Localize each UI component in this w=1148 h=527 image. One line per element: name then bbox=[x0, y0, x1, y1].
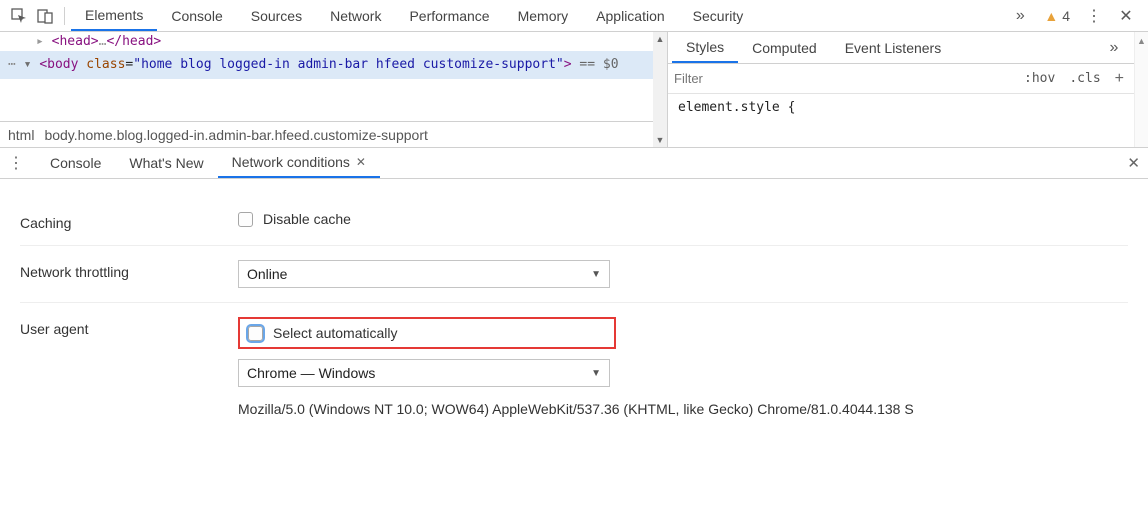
scroll-up-icon[interactable]: ▲ bbox=[656, 34, 665, 44]
tab-elements[interactable]: Elements bbox=[71, 0, 157, 31]
tab-performance[interactable]: Performance bbox=[395, 0, 503, 31]
tab-security[interactable]: Security bbox=[679, 0, 758, 31]
disable-cache-checkbox[interactable] bbox=[238, 212, 253, 227]
kebab-menu-icon[interactable]: ⋮ bbox=[1082, 6, 1106, 26]
tab-memory[interactable]: Memory bbox=[504, 0, 583, 31]
panel-tabs: Elements Console Sources Network Perform… bbox=[71, 0, 757, 31]
disable-cache-option[interactable]: Disable cache bbox=[238, 211, 1128, 227]
styles-more-icon[interactable]: » bbox=[1102, 39, 1126, 57]
inspect-icon[interactable] bbox=[9, 6, 29, 26]
user-agent-label: User agent bbox=[20, 317, 238, 337]
disable-cache-label: Disable cache bbox=[263, 211, 351, 227]
ua-auto-highlight: Select automatically bbox=[238, 317, 616, 349]
drawer-tab-console[interactable]: Console bbox=[36, 148, 115, 178]
main-split: ▸ <head>…</head> ⋯ ▾ <body class="home b… bbox=[0, 32, 1148, 147]
chevron-down-icon: ▼ bbox=[591, 368, 601, 379]
close-drawer-icon[interactable]: ✕ bbox=[1127, 154, 1140, 172]
tab-application[interactable]: Application bbox=[582, 0, 679, 31]
more-tabs-icon[interactable]: » bbox=[1008, 7, 1032, 25]
caching-label: Caching bbox=[20, 211, 238, 231]
close-tab-icon[interactable]: ✕ bbox=[356, 155, 366, 169]
tab-network[interactable]: Network bbox=[316, 0, 395, 31]
drawer-kebab-icon[interactable]: ⋮ bbox=[8, 153, 24, 173]
cls-toggle[interactable]: .cls bbox=[1065, 71, 1104, 86]
user-agent-row: User agent Select automatically Chrome —… bbox=[20, 303, 1128, 431]
throttling-row: Network throttling Online ▼ bbox=[20, 246, 1128, 303]
styles-tab-computed[interactable]: Computed bbox=[738, 32, 831, 63]
source-line-body-selected[interactable]: ⋯ ▾ <body class="home blog logged-in adm… bbox=[0, 51, 667, 79]
ua-auto-checkbox[interactable] bbox=[248, 326, 263, 341]
close-devtools-icon[interactable]: ✕ bbox=[1114, 6, 1138, 26]
elements-scrollbar[interactable]: ▲ ▼ bbox=[653, 32, 667, 147]
caching-row: Caching Disable cache bbox=[20, 197, 1128, 246]
warning-count: 4 bbox=[1062, 8, 1070, 24]
styles-tabs: Styles Computed Event Listeners » bbox=[668, 32, 1134, 64]
breadcrumb: html body.home.blog.logged-in.admin-bar.… bbox=[0, 121, 653, 147]
crumb-body[interactable]: body.home.blog.logged-in.admin-bar.hfeed… bbox=[44, 127, 427, 143]
ua-string: Mozilla/5.0 (Windows NT 10.0; WOW64) App… bbox=[238, 401, 1128, 417]
chevron-down-icon: ▼ bbox=[591, 269, 601, 280]
drawer-tab-network-conditions[interactable]: Network conditions ✕ bbox=[218, 148, 380, 178]
elements-tree: ▸ <head>…</head> ⋯ ▾ <body class="home b… bbox=[0, 32, 668, 147]
scroll-down-icon[interactable]: ▼ bbox=[656, 135, 665, 145]
new-style-rule-icon[interactable]: + bbox=[1111, 70, 1128, 88]
warning-badge[interactable]: ▲ 4 bbox=[1044, 8, 1070, 24]
ua-select[interactable]: Chrome — Windows ▼ bbox=[238, 359, 610, 387]
styles-tab-styles[interactable]: Styles bbox=[672, 32, 738, 63]
device-toggle-icon[interactable] bbox=[35, 6, 55, 26]
source-line-head[interactable]: ▸ <head>…</head> bbox=[0, 32, 667, 51]
divider bbox=[64, 7, 65, 25]
crumb-html[interactable]: html bbox=[8, 127, 34, 143]
network-conditions-panel: Caching Disable cache Network throttling… bbox=[0, 179, 1148, 441]
styles-filter-row: :hov .cls + bbox=[668, 64, 1134, 94]
devtools-topbar: Elements Console Sources Network Perform… bbox=[0, 0, 1148, 32]
drawer-tabs: ⋮ Console What's New Network conditions … bbox=[0, 147, 1148, 179]
throttling-select[interactable]: Online ▼ bbox=[238, 260, 610, 288]
style-rule[interactable]: element.style { bbox=[668, 94, 1134, 121]
throttling-label: Network throttling bbox=[20, 260, 238, 280]
drawer-tab-whatsnew[interactable]: What's New bbox=[115, 148, 217, 178]
styles-filter-input[interactable] bbox=[674, 68, 1014, 90]
ua-auto-label: Select automatically bbox=[273, 325, 398, 341]
throttling-value: Online bbox=[247, 266, 287, 282]
scroll-up-icon[interactable]: ▲ bbox=[1137, 36, 1146, 46]
ua-auto-option[interactable]: Select automatically bbox=[248, 325, 606, 341]
drawer-tab-label: Network conditions bbox=[232, 154, 350, 170]
tab-sources[interactable]: Sources bbox=[237, 0, 316, 31]
styles-pane: Styles Computed Event Listeners » :hov .… bbox=[668, 32, 1148, 147]
styles-tab-eventlisteners[interactable]: Event Listeners bbox=[831, 32, 956, 63]
hov-toggle[interactable]: :hov bbox=[1020, 71, 1059, 86]
ua-select-value: Chrome — Windows bbox=[247, 365, 375, 381]
tab-console[interactable]: Console bbox=[157, 0, 236, 31]
styles-scrollbar[interactable]: ▲ bbox=[1134, 32, 1148, 147]
warning-icon: ▲ bbox=[1044, 8, 1058, 24]
